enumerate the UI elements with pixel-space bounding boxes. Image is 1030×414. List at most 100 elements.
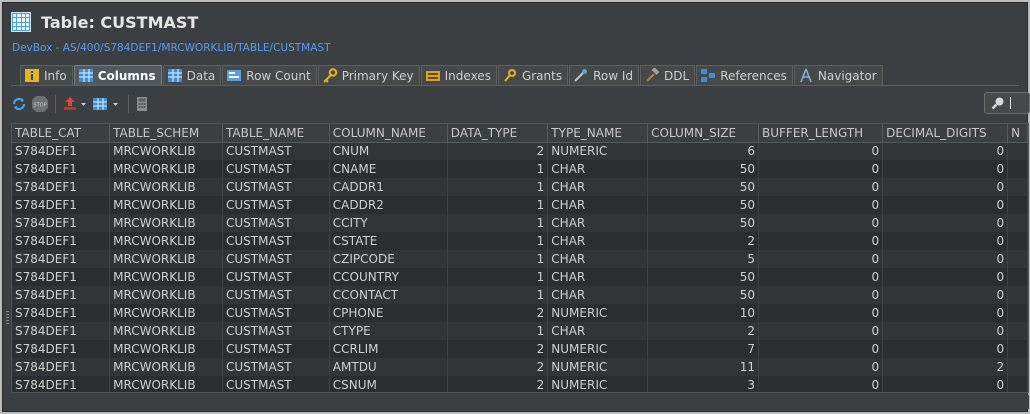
cell-buffer-length[interactable]: 0 [758, 214, 884, 232]
tab-primary-key[interactable]: Primary Key [317, 65, 420, 85]
column-header[interactable]: TABLE_CAT [12, 124, 111, 143]
table-row[interactable]: S784DEF1 MRCWORKLIB CUSTMAST CSTATE 1 CHAR 2 0 0 [12, 232, 1028, 250]
cell-buffer-length[interactable]: 0 [758, 340, 884, 358]
tab-data[interactable]: Data [162, 65, 222, 85]
column-header[interactable]: TABLE_NAME [222, 124, 330, 143]
cell-data-type[interactable]: 1 [447, 214, 549, 232]
cell-table-name[interactable]: CUSTMAST [222, 268, 330, 286]
cell-table-schem[interactable]: MRCWORKLIB [109, 358, 223, 376]
cell-table-name[interactable]: CUSTMAST [222, 340, 330, 358]
cell-column-size[interactable]: 50 [647, 268, 759, 286]
tab-row-id[interactable]: Row Id [569, 65, 640, 85]
cell-decimal-digits[interactable]: 0 [882, 376, 1009, 392]
cell-buffer-length[interactable]: 0 [758, 268, 884, 286]
table-row[interactable]: S784DEF1 MRCWORKLIB CUSTMAST CNAME 1 CHAR 50 0 0 [12, 160, 1028, 178]
table-row[interactable]: S784DEF1 MRCWORKLIB CUSTMAST CCONTACT 1 CHAR 5… [12, 286, 1028, 304]
cell-table-name[interactable]: CUSTMAST [222, 178, 330, 196]
cell-buffer-length[interactable]: 0 [758, 232, 884, 250]
cell-table-cat[interactable]: S784DEF1 [12, 286, 111, 304]
cell-data-type[interactable]: 2 [447, 304, 549, 322]
cell-table-name[interactable]: CUSTMAST [222, 304, 330, 322]
stop-icon[interactable]: STOP [31, 94, 49, 114]
table-row[interactable]: S784DEF1 MRCWORKLIB CUSTMAST CCITY 1 CHAR 50 0 0 [12, 214, 1028, 232]
calculator-icon[interactable] [135, 94, 149, 114]
cell-buffer-length[interactable]: 0 [758, 196, 884, 214]
cell-decimal-digits[interactable]: 0 [882, 250, 1009, 268]
cell-type-name[interactable]: NUMERIC [547, 376, 649, 392]
cell-table-schem[interactable]: MRCWORKLIB [109, 178, 223, 196]
cell-column-size[interactable]: 50 [647, 214, 759, 232]
cell-column-size[interactable]: 2 [647, 232, 759, 250]
cell-type-name[interactable]: NUMERIC [547, 358, 649, 376]
cell-decimal-digits[interactable]: 0 [882, 232, 1009, 250]
table-row[interactable]: S784DEF1 MRCWORKLIB CUSTMAST CSNUM 2 NUMERIC 3… [12, 376, 1028, 392]
cell-type-name[interactable]: CHAR [547, 286, 649, 304]
table-row[interactable]: S784DEF1 MRCWORKLIB CUSTMAST CADDR2 1 CHAR 50 0… [12, 196, 1028, 214]
cell-column-size[interactable]: 5 [647, 250, 759, 268]
cell-column-name[interactable]: AMTDU [329, 358, 448, 376]
cell-table-schem[interactable]: MRCWORKLIB [109, 340, 223, 358]
breadcrumb[interactable]: DevBox - AS/400/S784DEF1/MRCWORKLIB/TABL… [12, 42, 331, 54]
refresh-icon[interactable] [11, 94, 27, 114]
cell-column-size[interactable]: 50 [647, 196, 759, 214]
table-row[interactable]: S784DEF1 MRCWORKLIB CUSTMAST CADDR1 1 CHAR 50 0… [12, 178, 1028, 196]
cell-column-name[interactable]: CSTATE [329, 232, 448, 250]
cell-type-name[interactable]: CHAR [547, 322, 649, 340]
cell-decimal-digits[interactable]: 0 [882, 286, 1009, 304]
cell-column-size[interactable]: 10 [647, 304, 759, 322]
cell-column-size[interactable]: 50 [647, 286, 759, 304]
cell-data-type[interactable]: 1 [447, 232, 549, 250]
cell-table-schem[interactable]: MRCWORKLIB [109, 214, 223, 232]
cell-table-name[interactable]: CUSTMAST [222, 142, 330, 160]
cell-data-type[interactable]: 1 [447, 160, 549, 178]
cell-type-name[interactable]: NUMERIC [547, 142, 649, 160]
resize-grip[interactable] [6, 311, 9, 325]
cell-column-size[interactable]: 50 [647, 160, 759, 178]
cell-table-schem[interactable]: MRCWORKLIB [109, 304, 223, 322]
cell-buffer-length[interactable]: 0 [758, 178, 884, 196]
cell-data-type[interactable]: 1 [447, 322, 549, 340]
cell-column-size[interactable]: 7 [647, 340, 759, 358]
table-row[interactable]: S784DEF1 MRCWORKLIB CUSTMAST AMTDU 2 NUMERIC 1… [12, 358, 1028, 376]
cell-table-cat[interactable]: S784DEF1 [12, 268, 111, 286]
cell-buffer-length[interactable]: 0 [758, 160, 884, 178]
cell-table-cat[interactable]: S784DEF1 [12, 250, 111, 268]
column-header[interactable]: COLUMN_SIZE [647, 124, 759, 143]
cell-table-schem[interactable]: MRCWORKLIB [109, 160, 223, 178]
cell-table-cat[interactable]: S784DEF1 [12, 196, 111, 214]
cell-decimal-digits[interactable]: 0 [882, 268, 1009, 286]
cell-column-name[interactable]: CCOUNTRY [329, 268, 448, 286]
cell-buffer-length[interactable]: 0 [758, 376, 884, 392]
cell-column-name[interactable]: CCRLIM [329, 340, 448, 358]
cell-table-schem[interactable]: MRCWORKLIB [109, 322, 223, 340]
column-header[interactable]: TYPE_NAME [547, 124, 649, 143]
tab-navigator[interactable]: Navigator [793, 65, 883, 85]
cell-data-type[interactable]: 1 [447, 250, 549, 268]
cell-column-name[interactable]: CADDR1 [329, 178, 448, 196]
cell-table-cat[interactable]: S784DEF1 [12, 376, 111, 392]
cell-table-name[interactable]: CUSTMAST [222, 376, 330, 392]
cell-table-schem[interactable]: MRCWORKLIB [109, 232, 223, 250]
cell-table-name[interactable]: CUSTMAST [222, 322, 330, 340]
cell-decimal-digits[interactable]: 0 [882, 322, 1009, 340]
cell-table-cat[interactable]: S784DEF1 [12, 322, 111, 340]
cell-data-type[interactable]: 2 [447, 358, 549, 376]
cell-column-name[interactable]: CSNUM [329, 376, 448, 392]
cell-buffer-length[interactable]: 0 [758, 250, 884, 268]
cell-column-size[interactable]: 50 [647, 178, 759, 196]
table-row[interactable]: S784DEF1 MRCWORKLIB CUSTMAST CNUM 2 NUMERIC 6 0… [12, 142, 1028, 160]
cell-buffer-length[interactable]: 0 [758, 322, 884, 340]
cell-buffer-length[interactable]: 0 [758, 286, 884, 304]
cell-decimal-digits[interactable]: 0 [882, 196, 1009, 214]
cell-type-name[interactable]: CHAR [547, 268, 649, 286]
cell-decimal-digits[interactable]: 0 [882, 142, 1009, 160]
cell-data-type[interactable]: 1 [447, 268, 549, 286]
cell-column-size[interactable]: 2 [647, 322, 759, 340]
tab-references[interactable]: References [696, 65, 793, 85]
table-row[interactable]: S784DEF1 MRCWORKLIB CUSTMAST CZIPCODE 1 CHAR 5… [12, 250, 1028, 268]
cell-data-type[interactable]: 1 [447, 178, 549, 196]
cell-column-size[interactable]: 11 [647, 358, 759, 376]
cell-decimal-digits[interactable]: 2 [882, 358, 1009, 376]
cell-table-schem[interactable]: MRCWORKLIB [109, 196, 223, 214]
tab-info[interactable]: Info [20, 65, 73, 85]
